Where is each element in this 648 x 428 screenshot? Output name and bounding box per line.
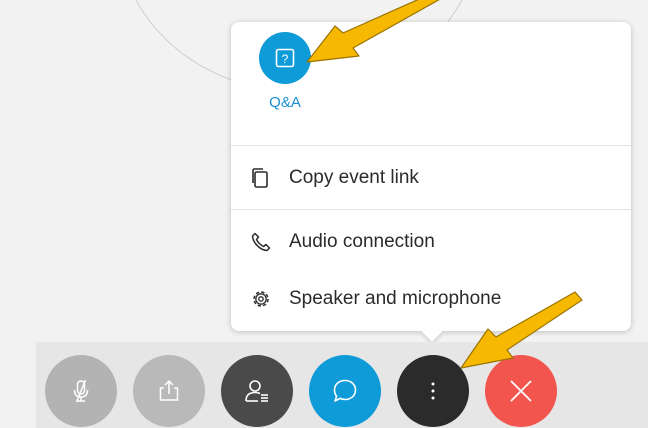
qa-icon-circle[interactable]: ?	[259, 32, 311, 84]
audio-connection-label: Audio connection	[289, 231, 435, 252]
chat-button[interactable]	[309, 355, 381, 427]
leave-button[interactable]	[485, 355, 557, 427]
qa-button[interactable]: ? Q&A	[255, 32, 315, 111]
copy-icon	[249, 166, 273, 190]
microphone-muted-icon	[73, 379, 89, 403]
mute-button[interactable]	[45, 355, 117, 427]
more-options-icon	[431, 382, 435, 400]
gear-icon	[249, 287, 273, 311]
menu-item-copy-event-link[interactable]: Copy event link	[249, 163, 419, 193]
menu-divider	[231, 209, 631, 210]
phone-icon	[249, 230, 273, 254]
question-mark-icon: ?	[275, 48, 295, 68]
more-options-button[interactable]	[397, 355, 469, 427]
participants-button[interactable]	[221, 355, 293, 427]
share-icon	[159, 379, 179, 401]
close-icon	[510, 380, 532, 402]
speaker-and-microphone-label: Speaker and microphone	[289, 288, 502, 309]
participants-icon	[245, 380, 268, 402]
share-button[interactable]	[133, 355, 205, 427]
menu-divider	[231, 145, 631, 146]
qa-label[interactable]: Q&A	[255, 94, 315, 111]
copy-event-link-label: Copy event link	[289, 167, 419, 188]
svg-text:?: ?	[282, 52, 289, 66]
menu-item-speaker-and-microphone[interactable]: Speaker and microphone	[249, 284, 501, 314]
more-options-popup: ? Q&A Copy event link Audio connection S…	[231, 22, 631, 331]
menu-item-audio-connection[interactable]: Audio connection	[249, 227, 435, 257]
chat-icon	[333, 379, 357, 402]
